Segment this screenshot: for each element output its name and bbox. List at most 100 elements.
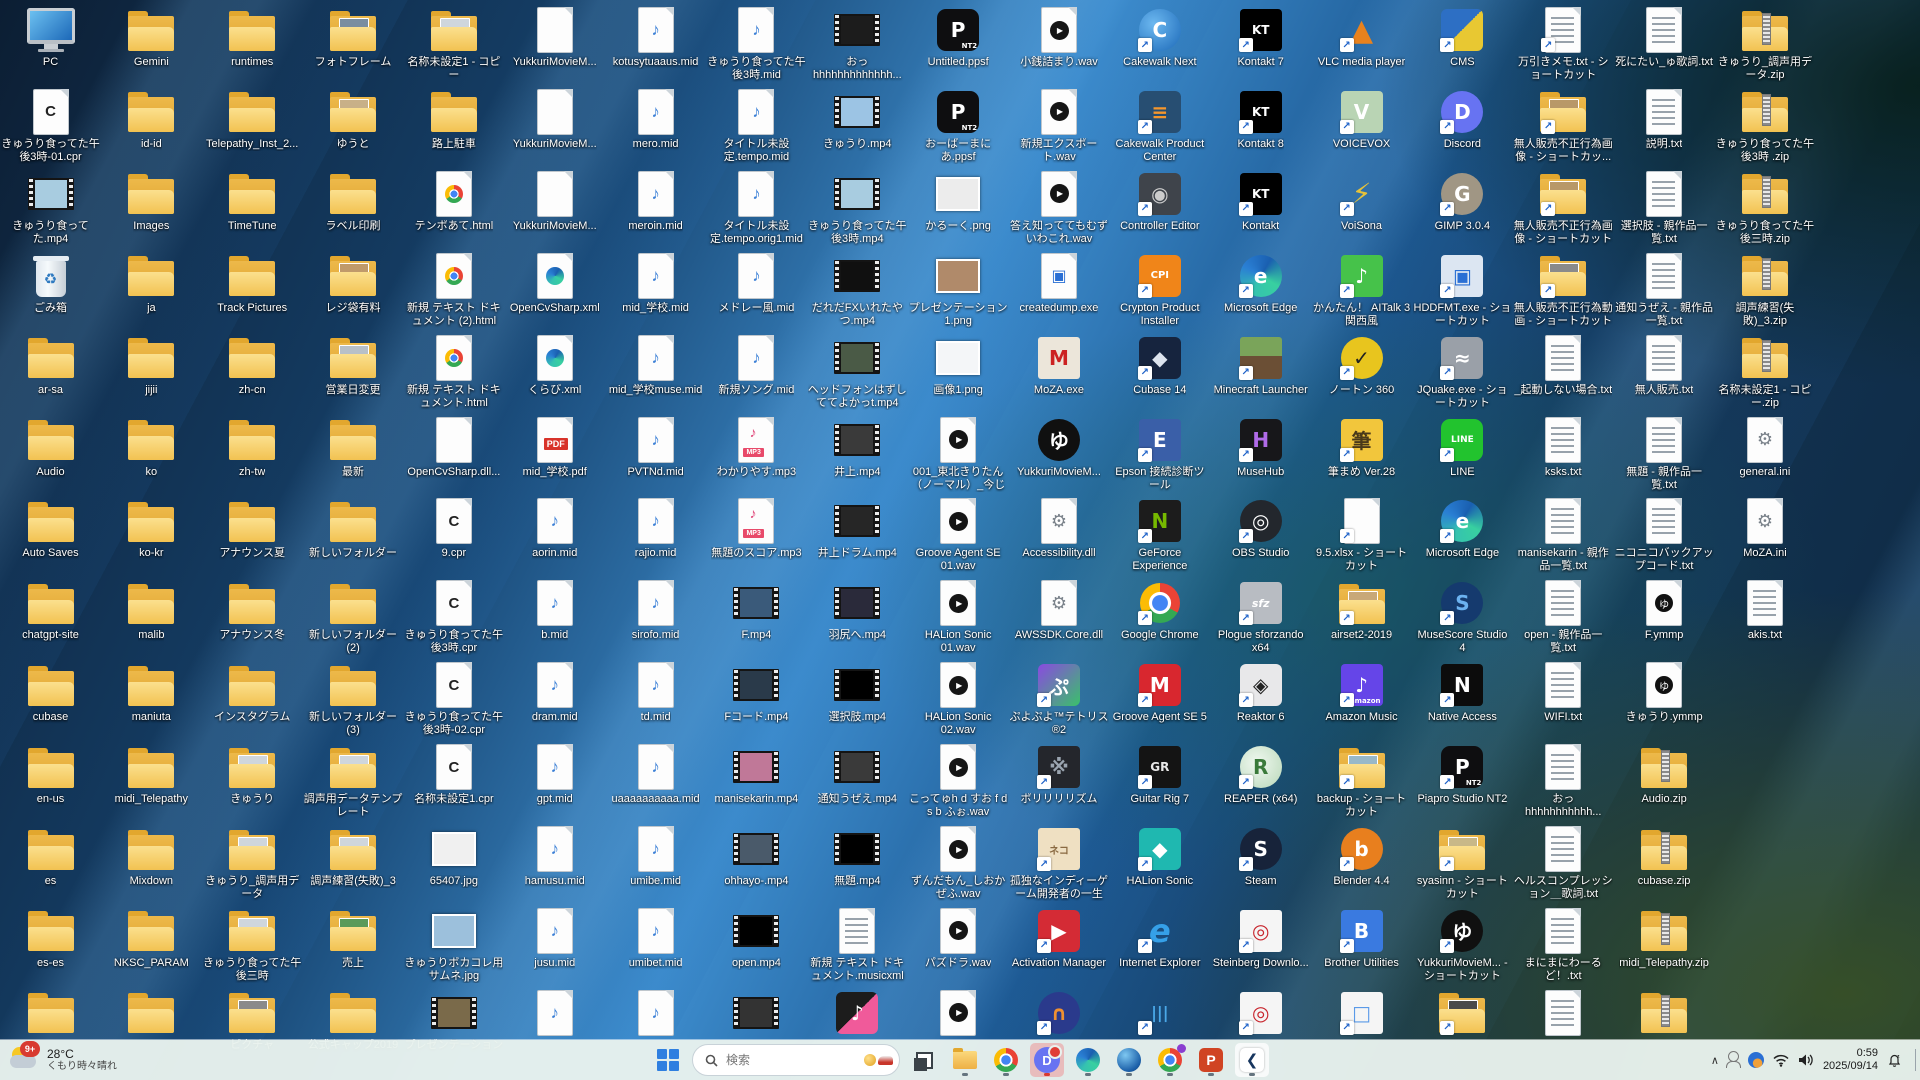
desktop-icon[interactable]: 通知うぜえ - 親作品一覧.txt <box>1614 246 1715 328</box>
desktop-icon[interactable]: 選択肢 - 親作品一覧.txt <box>1614 164 1715 246</box>
taskbar-icon-cubase[interactable]: ❮ <box>1235 1043 1269 1077</box>
desktop-icon[interactable]: ar-sa <box>0 328 101 410</box>
desktop-icon[interactable]: runtimes <box>202 0 303 82</box>
desktop-icon[interactable]: ▶ HALion Sonic 02.wav <box>908 655 1009 737</box>
notification-bell-icon[interactable]: z <box>1887 1045 1902 1075</box>
desktop-icon[interactable]: PDF mid_学校.pdf <box>504 410 605 492</box>
desktop-icon[interactable]: manisekarin.mp4 <box>706 737 807 819</box>
taskbar-icon-powerpoint[interactable]: P <box>1194 1043 1228 1077</box>
desktop-icon[interactable]: F.mp4 <box>706 573 807 655</box>
desktop-icon[interactable]: 名称未設定1 - コピー <box>403 0 504 82</box>
desktop-icon[interactable]: Telepathy_Inst_2... <box>202 82 303 164</box>
desktop-icon[interactable]: 路上駐車 <box>403 82 504 164</box>
desktop-icon[interactable]: 名称未設定1 - コピー.zip <box>1714 328 1815 410</box>
tray-accessibility-icon[interactable] <box>1725 1045 1741 1075</box>
taskbar-icon-blue-sphere-app[interactable] <box>1112 1043 1146 1077</box>
desktop-icon[interactable]: open - 親作品一覧.txt <box>1513 573 1614 655</box>
desktop-icon[interactable]: ♪ mero.mid <box>605 82 706 164</box>
desktop-icon[interactable]: 井上.mp4 <box>807 410 908 492</box>
desktop-icon[interactable]: かるーく.png <box>908 164 1009 246</box>
desktop-icon[interactable]: インスタグラム <box>202 655 303 737</box>
desktop-icon[interactable]: ♪ jusu.mid <box>504 901 605 983</box>
desktop-icon[interactable]: 羽尻へ.mp4 <box>807 573 908 655</box>
desktop-icon[interactable]: ▲ ↗ VLC media player <box>1311 0 1412 82</box>
taskbar-weather-widget[interactable]: 9+ 28°C くもり時々晴れ <box>10 1040 117 1080</box>
desktop-icon[interactable]: ja <box>101 246 202 328</box>
desktop-icon[interactable]: きゅうり <box>202 737 303 819</box>
desktop-icon[interactable]: まにまにわーるど！.txt <box>1513 901 1614 983</box>
desktop-icon[interactable]: Track Pictures <box>202 246 303 328</box>
desktop-icon[interactable]: ▶ パズドラ.wav <box>908 901 1009 983</box>
desktop-icon[interactable]: ♪ mid_学校.mid <box>605 246 706 328</box>
desktop-icon[interactable]: OpenCvSharp.dll... <box>403 410 504 492</box>
desktop-icon[interactable]: プレゼンテーション1.png <box>908 246 1009 328</box>
desktop-icon[interactable]: ♪ sirofo.mid <box>605 573 706 655</box>
desktop-icon[interactable]: きゅうり食ってた午後三時.zip <box>1714 164 1815 246</box>
desktop-icon[interactable]: ▣ ↗ HDDFMT.exe - ショートカット <box>1412 246 1513 328</box>
desktop-icon[interactable]: きゅうり.mp4 <box>807 82 908 164</box>
desktop-icon[interactable]: ♪ きゅうり食ってた午後3時.mid <box>706 0 807 82</box>
desktop-icon[interactable]: D ↗ Discord <box>1412 82 1513 164</box>
desktop-icon[interactable]: ゆ YukkuriMovieM... <box>1009 410 1110 492</box>
desktop-icon[interactable]: zh-tw <box>202 410 303 492</box>
desktop-icon[interactable]: きゅうり_調声用データ.zip <box>1714 0 1815 82</box>
desktop-icon[interactable]: C 9.cpr <box>403 491 504 573</box>
desktop-icon[interactable]: ksks.txt <box>1513 410 1614 492</box>
desktop-icon[interactable]: きゅうり_調声用データ <box>202 819 303 901</box>
desktop-icon[interactable]: CPI ↗ Crypton Product Installer <box>1109 246 1210 328</box>
desktop-icon[interactable]: ♪ gpt.mid <box>504 737 605 819</box>
desktop-icon[interactable]: ♪ MP3 わかりやす.mp3 <box>706 410 807 492</box>
desktop-icon[interactable]: だれだFXいれたやつ.mp4 <box>807 246 908 328</box>
desktop-icon[interactable]: ⚙ AWSSDK.Core.dll <box>1009 573 1110 655</box>
desktop-icon[interactable]: アナウンス夏 <box>202 491 303 573</box>
desktop-icon[interactable]: ヘッドフォンはずしててよかっt.mp4 <box>807 328 908 410</box>
desktop-icon[interactable]: きゅうり食ってた午後3時.mp4 <box>807 164 908 246</box>
search-input[interactable] <box>724 1052 858 1068</box>
desktop-icon[interactable]: cubase.zip <box>1614 819 1715 901</box>
desktop-icon[interactable]: 新規 テキスト ドキュメント (2).html <box>403 246 504 328</box>
desktop-icon[interactable]: ↗ 無人販売不正行為画像 - ショートカット <box>1513 164 1614 246</box>
desktop-icon[interactable]: zh-cn <box>202 328 303 410</box>
desktop-icon[interactable]: ≡ ↗ Cakewalk Product Center <box>1109 82 1210 164</box>
desktop-icon[interactable]: Audio <box>0 410 101 492</box>
desktop-icon[interactable]: ヘルスコンプレッション＿歌詞.txt <box>1513 819 1614 901</box>
desktop-icon[interactable]: ⚙ Accessibility.dll <box>1009 491 1110 573</box>
desktop-icon[interactable]: くらび.xml <box>504 328 605 410</box>
desktop-icon[interactable]: E ↗ Epson 接続診断ツール <box>1109 410 1210 492</box>
desktop-icon[interactable]: 新しいフォルダー <box>303 491 404 573</box>
desktop-icon[interactable]: ▶ こってゅh d すお f d s b ふぉ.wav <box>908 737 1009 819</box>
desktop-icon[interactable]: ko-kr <box>101 491 202 573</box>
desktop-icon[interactable]: ♪ PVTNd.mid <box>605 410 706 492</box>
desktop-icon[interactable]: C ↗ Cakewalk Next <box>1109 0 1210 82</box>
wifi-icon[interactable] <box>1773 1045 1789 1075</box>
desktop-icon[interactable]: WIFI.txt <box>1513 655 1614 737</box>
desktop-icon[interactable]: chatgpt-site <box>0 573 101 655</box>
desktop-icon[interactable]: ♪ td.mid <box>605 655 706 737</box>
desktop-icon[interactable]: ▶ 答え知っててもむずいわこれ.wav <box>1009 164 1110 246</box>
start-button[interactable] <box>651 1043 685 1077</box>
desktop-icon[interactable]: きゅうり食ってた午後三時 <box>202 901 303 983</box>
show-desktop-strip[interactable] <box>1915 1049 1916 1071</box>
desktop-icon[interactable]: KT ↗ Kontakt 7 <box>1210 0 1311 82</box>
desktop-icon[interactable]: midi_Telepathy.zip <box>1614 901 1715 983</box>
desktop-icon[interactable]: ◎ ↗ OBS Studio <box>1210 491 1311 573</box>
desktop-icon[interactable]: ◉ ↗ Controller Editor <box>1109 164 1210 246</box>
taskbar-clock[interactable]: 0:59 2025/09/14 <box>1823 1047 1878 1073</box>
desktop-icon[interactable]: ⚡ ↗ VoiSona <box>1311 164 1412 246</box>
desktop-icon[interactable]: ↗ syasinn - ショートカット <box>1412 819 1513 901</box>
desktop-icon[interactable]: KT ↗ Kontakt 8 <box>1210 82 1311 164</box>
desktop-icon[interactable]: ▶ 新規エクスポート.wav <box>1009 82 1110 164</box>
desktop-icon[interactable]: Mixdown <box>101 819 202 901</box>
taskbar-icon-file-explorer[interactable] <box>948 1043 982 1077</box>
desktop-icon[interactable]: きゅうり食ってた.mp4 <box>0 164 101 246</box>
desktop-icon[interactable]: ko <box>101 410 202 492</box>
desktop-icon[interactable]: ♻ ごみ箱 <box>0 246 101 328</box>
desktop-icon[interactable]: 新規 テキスト ドキュメント.musicxml <box>807 901 908 983</box>
desktop-icon[interactable]: ↗ CMS <box>1412 0 1513 82</box>
desktop-icon[interactable]: malib <box>101 573 202 655</box>
desktop-icon[interactable]: ♪ mid_学校muse.mid <box>605 328 706 410</box>
desktop-icon[interactable]: アナウンス冬 <box>202 573 303 655</box>
volume-icon[interactable] <box>1798 1045 1814 1075</box>
desktop-icon[interactable]: YukkuriMovieM... <box>504 82 605 164</box>
desktop-icon[interactable]: YukkuriMovieM... <box>504 164 605 246</box>
